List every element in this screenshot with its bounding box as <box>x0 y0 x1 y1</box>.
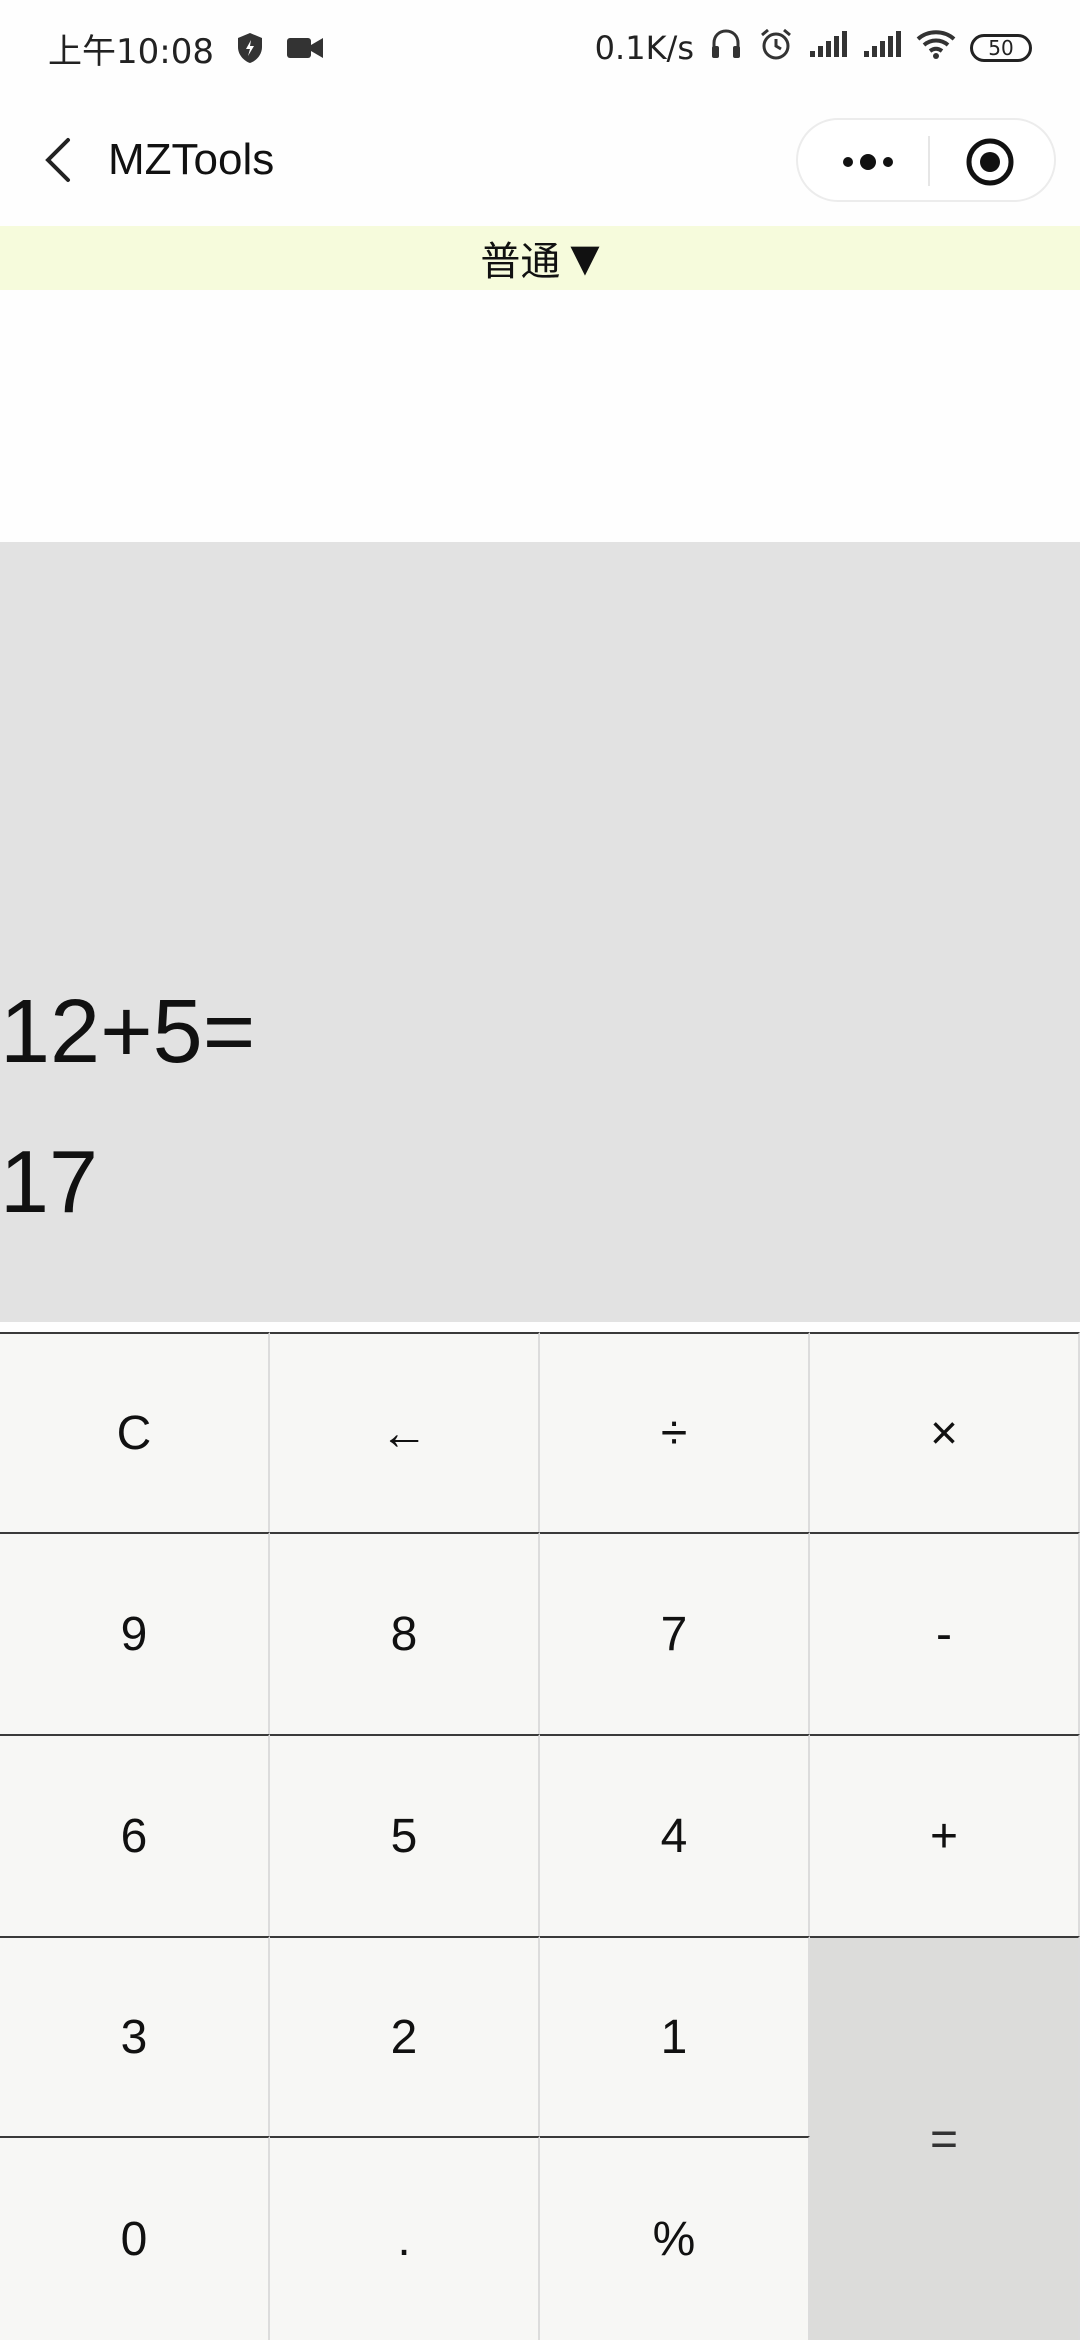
mode-label: 普通 <box>480 239 561 285</box>
plus-button[interactable]: + <box>810 1734 1080 1936</box>
equals-button[interactable]: = <box>810 1936 1080 2340</box>
dropdown-arrow-icon: ▼ <box>570 236 600 280</box>
battery-level: 50 <box>988 36 1014 60</box>
digit-0-button[interactable]: 0 <box>0 2136 270 2340</box>
clear-button[interactable]: C <box>0 1332 270 1532</box>
digit-5-button[interactable]: 5 <box>270 1734 540 1936</box>
page-title: MZTools <box>108 135 275 184</box>
digit-1-button[interactable]: 1 <box>540 1936 810 2136</box>
status-time: 上午10:08 <box>48 31 214 72</box>
minus-button[interactable]: - <box>810 1532 1080 1734</box>
nav-bar: MZTools <box>0 96 1080 226</box>
signal-icon <box>862 29 902 67</box>
percent-button[interactable]: % <box>540 2136 810 2340</box>
status-bar: 上午10:08 0.1K/s 50 <box>0 0 1080 96</box>
wifi-icon <box>916 28 956 68</box>
more-dots-icon[interactable] <box>828 140 908 184</box>
expression-text: 12+5= <box>0 982 256 1082</box>
back-chevron-icon[interactable] <box>36 134 88 186</box>
status-bar-left: 上午10:08 <box>48 24 324 72</box>
status-bar-right: 0.1K/s 50 <box>581 24 1032 72</box>
digit-2-button[interactable]: 2 <box>270 1936 540 2136</box>
multiply-button[interactable]: × <box>810 1332 1080 1532</box>
alarm-icon <box>758 26 794 70</box>
mini-program-capsule <box>796 118 1056 202</box>
digit-6-button[interactable]: 6 <box>0 1734 270 1936</box>
capsule-divider <box>928 136 930 186</box>
divide-button[interactable]: ÷ <box>540 1332 810 1532</box>
digit-7-button[interactable]: 7 <box>540 1532 810 1734</box>
target-circle-icon[interactable] <box>964 136 1016 188</box>
mode-selector[interactable]: 普通 ▼ <box>0 226 1080 290</box>
shield-icon <box>236 32 264 64</box>
headset-icon <box>708 26 744 70</box>
result-text: 17 <box>0 1132 98 1231</box>
net-speed: 0.1K/s <box>594 29 694 67</box>
digit-8-button[interactable]: 8 <box>270 1532 540 1734</box>
keypad: C ← ÷ × 9 8 7 - 6 5 4 + 3 2 1 = 0 . % <box>0 1332 1080 2340</box>
digit-4-button[interactable]: 4 <box>540 1734 810 1936</box>
calculator-display: 12+5= 17 <box>0 542 1080 1322</box>
battery-icon: 50 <box>970 34 1032 62</box>
digit-3-button[interactable]: 3 <box>0 1936 270 2136</box>
digit-9-button[interactable]: 9 <box>0 1532 270 1734</box>
video-icon <box>286 35 324 61</box>
backspace-button[interactable]: ← <box>270 1332 540 1532</box>
decimal-point-button[interactable]: . <box>270 2136 540 2340</box>
signal-icon <box>808 29 848 67</box>
